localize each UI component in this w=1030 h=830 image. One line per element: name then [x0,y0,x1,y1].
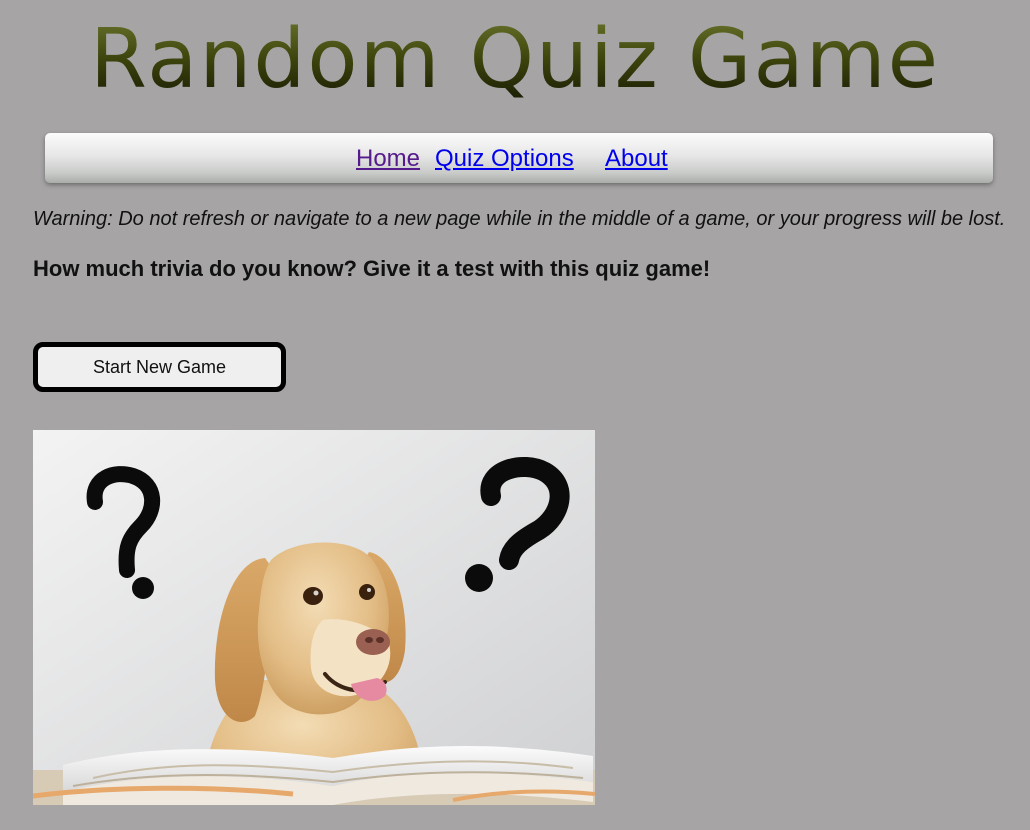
nav-link-about[interactable]: About [605,145,668,173]
page: Random Quiz Game Home Quiz Options About… [0,0,1030,830]
page-title: Random Quiz Game [0,10,1030,110]
nav-bar: Home Quiz Options About [45,133,993,183]
hero-image [33,430,595,805]
start-new-game-button[interactable]: Start New Game [33,342,286,392]
warning-text: Warning: Do not refresh or navigate to a… [33,208,1006,230]
nav-link-home[interactable]: Home [356,145,420,173]
nav-link-quiz-options[interactable]: Quiz Options [435,145,574,173]
tagline-text: How much trivia do you know? Give it a t… [33,256,711,281]
